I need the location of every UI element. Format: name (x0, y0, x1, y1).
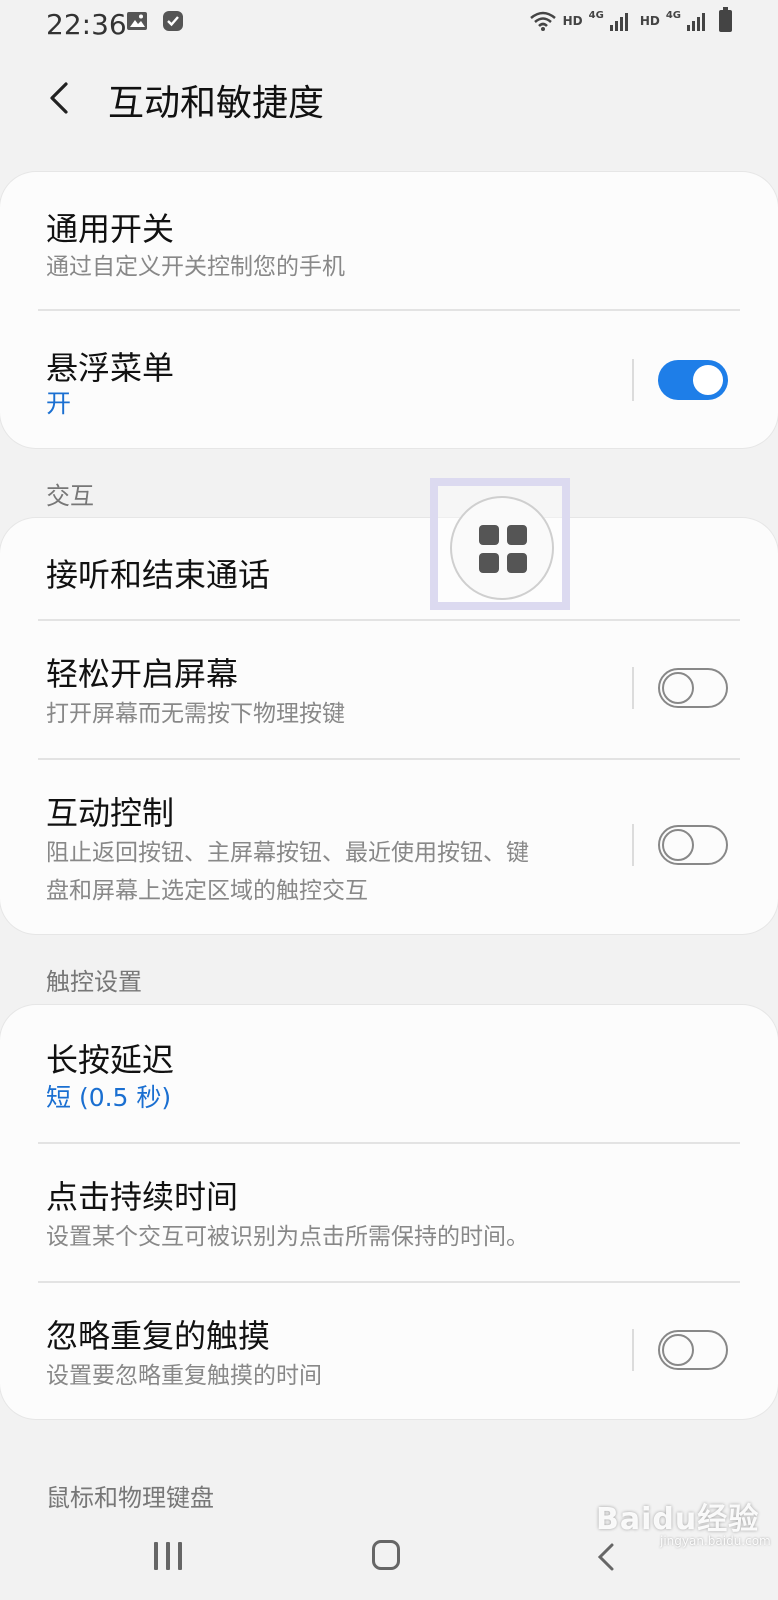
net-label-2: 4G (665, 10, 681, 21)
section-label-interaction: 交互 (46, 482, 94, 510)
row-title: 互动控制 (46, 794, 175, 832)
status-right-icons: HD 4G HD 4G (529, 7, 732, 32)
row-subtitle: 设置要忽略重复触摸的时间 (46, 1363, 322, 1389)
toggle-knob (662, 829, 694, 861)
universal-switch-item[interactable]: 通用开关 通过自定义开关控制您的手机 (0, 172, 778, 310)
card-interaction: 接听和结束通话 轻松开启屏幕 打开屏幕而无需按下物理按键 互动控制 阻止返回按钮… (0, 518, 778, 934)
check-badge-icon (163, 11, 183, 31)
signal-icon (609, 11, 628, 31)
row-title: 通用开关 (46, 210, 175, 248)
assistant-menu-item[interactable]: 悬浮菜单 开 (0, 311, 778, 448)
row-title: 长按延迟 (46, 1041, 175, 1079)
row-subtitle-line2: 盘和屏幕上选定区域的触控交互 (46, 878, 368, 904)
vertical-separator (632, 667, 634, 709)
section-label-touch-settings: 触控设置 (46, 968, 142, 996)
card-touch-settings: 长按延迟 短 (0.5 秒) 点击持续时间 设置某个交互可被识别为点击所需保持的… (0, 1005, 778, 1419)
image-icon (127, 12, 147, 30)
row-title: 悬浮菜单 (46, 349, 175, 387)
ignore-repeated-touches-toggle[interactable] (658, 1330, 728, 1370)
home-icon[interactable] (372, 1540, 400, 1570)
back-icon[interactable] (594, 1542, 618, 1572)
wifi-icon (529, 11, 556, 31)
watermark-logo: Baidu经验 (596, 1502, 760, 1537)
interaction-control-item[interactable]: 互动控制 阻止返回按钮、主屏幕按钮、最近使用按钮、键 盘和屏幕上选定区域的触控交… (0, 760, 778, 934)
status-time: 22:36 (46, 8, 127, 41)
status-left-icons (126, 10, 184, 32)
row-subtitle: 通过自定义开关控制您的手机 (46, 254, 345, 280)
row-subtitle: 打开屏幕而无需按下物理按键 (46, 701, 345, 727)
hd-label-2: HD (639, 14, 660, 28)
card-general: 通用开关 通过自定义开关控制您的手机 悬浮菜单 开 (0, 172, 778, 448)
hd-label: HD (562, 14, 583, 28)
row-title: 轻松开启屏幕 (46, 655, 239, 693)
row-value: 短 (0.5 秒) (46, 1083, 172, 1112)
row-title: 点击持续时间 (46, 1178, 239, 1216)
floating-menu-button[interactable] (450, 496, 554, 600)
easy-screen-on-item[interactable]: 轻松开启屏幕 打开屏幕而无需按下物理按键 (0, 621, 778, 759)
answer-end-calls-item[interactable]: 接听和结束通话 (0, 518, 778, 620)
status-bar: 22:36 HD 4G HD 4G (0, 0, 778, 48)
row-subtitle-line1: 阻止返回按钮、主屏幕按钮、最近使用按钮、键 (46, 840, 529, 866)
row-subtitle: 设置某个交互可被识别为点击所需保持的时间。 (46, 1224, 529, 1250)
page-title: 互动和敏捷度 (108, 83, 325, 124)
row-title: 接听和结束通话 (46, 556, 271, 594)
touch-hold-delay-item[interactable]: 长按延迟 短 (0.5 秒) (0, 1005, 778, 1143)
toggle-knob (691, 363, 725, 397)
ignore-repeated-touches-item[interactable]: 忽略重复的触摸 设置要忽略重复触摸的时间 (0, 1283, 778, 1419)
vertical-separator (632, 1329, 634, 1371)
row-status: 开 (46, 389, 72, 418)
toggle-knob (662, 1334, 694, 1366)
toggle-knob (662, 672, 694, 704)
vertical-separator (632, 359, 634, 401)
chevron-left-icon[interactable] (40, 76, 80, 120)
row-title: 忽略重复的触摸 (46, 1317, 271, 1355)
battery-icon (719, 7, 732, 32)
section-label-mouse-keyboard: 鼠标和物理键盘 (46, 1484, 214, 1512)
watermark-url: jingyan.baidu.com (660, 1534, 771, 1548)
apps-grid-icon (479, 525, 527, 573)
assistant-menu-toggle[interactable] (658, 360, 728, 400)
recents-icon[interactable] (154, 1542, 186, 1572)
tap-duration-item[interactable]: 点击持续时间 设置某个交互可被识别为点击所需保持的时间。 (0, 1144, 778, 1282)
signal-icon-2 (687, 11, 705, 31)
net-label: 4G (588, 10, 604, 21)
app-header: 互动和敏捷度 (0, 58, 778, 138)
vertical-separator (632, 824, 634, 866)
easy-screen-on-toggle[interactable] (658, 668, 728, 708)
interaction-control-toggle[interactable] (658, 825, 728, 865)
